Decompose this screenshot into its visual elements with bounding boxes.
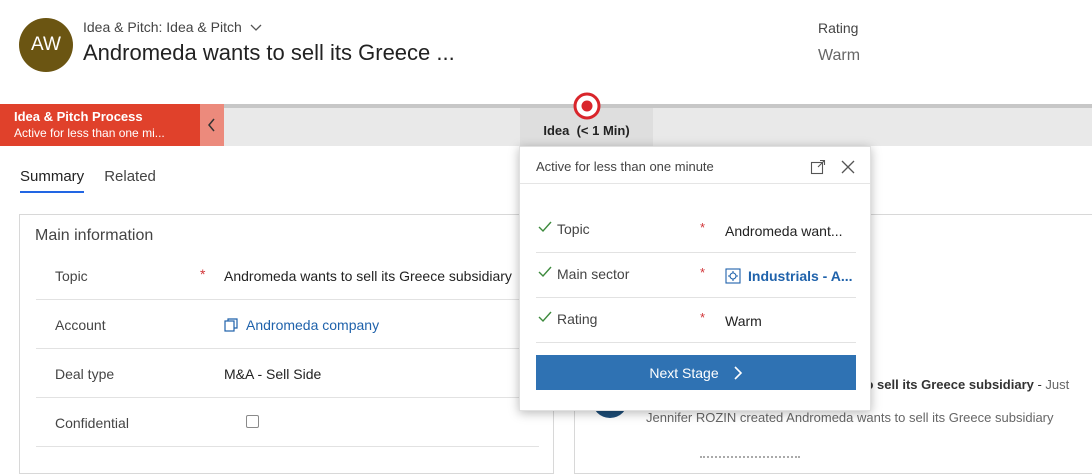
field-label: Account [55,317,106,333]
post-separator: - [1033,377,1046,392]
account-link[interactable]: Andromeda company [224,317,379,333]
main-sector-link[interactable]: Industrials - A... [725,268,853,284]
confidential-checkbox[interactable] [246,415,259,428]
timeline-post-title[interactable]: ts to sell its Greece subsidiary - Just [846,377,1069,392]
post-time: Just [1045,377,1070,392]
timeline-loading-dots [700,456,800,460]
expand-icon[interactable] [810,159,826,175]
required-marker: * [200,266,206,282]
field-label: Topic [55,268,88,284]
required-marker: * [700,265,706,280]
tab-related[interactable]: Related [104,168,156,193]
process-name: Idea & Pitch Process [14,109,143,124]
account-value: Andromeda company [246,317,380,333]
flyout-title: Active for less than one minute [536,159,714,174]
field-topic: Topic * Andromeda wants to sell its Gree… [36,252,539,300]
field-label: Confidential [55,415,129,431]
chevron-down-icon [250,24,262,31]
stage-label: Idea [543,122,570,138]
rating-value: Warm [818,47,861,64]
process-active-stage[interactable]: Idea & Pitch Process Active for less tha… [0,104,200,146]
field-confidential: Confidential [36,399,539,447]
timeline-post-text: Jennifer ROZIN created Andromeda wants t… [646,410,1054,425]
chevron-right-icon [734,365,742,380]
post-title-text: ts to sell its Greece subsidiary [846,377,1034,392]
chevron-left-icon [208,118,215,132]
flyout-field-rating: Rating * Warm [536,297,856,343]
required-marker: * [700,310,706,325]
rating-label: Rating [818,20,859,36]
target-icon [573,92,601,120]
form-tabs: Summary Related [20,168,156,193]
field-deal-type: Deal type M&A - Sell Side [36,350,539,398]
check-icon [538,311,552,323]
entity-label: Idea & Pitch: Idea & Pitch [83,19,242,35]
avatar: AW [19,18,73,72]
flyout-field-main-sector: Main sector * Industrials - A... [536,252,856,298]
field-label: Topic [557,221,590,237]
process-collapse-button[interactable] [200,104,224,146]
sector-icon [725,268,741,284]
stage-flyout: Active for less than one minute Topic * … [519,146,871,411]
required-marker: * [700,220,706,235]
deal-type-select[interactable]: M&A - Sell Side [224,366,321,382]
page-title: Andromeda wants to sell its Greece ... [83,40,455,65]
check-icon [538,266,552,278]
main-information-section: Main information Topic * Andromeda wants… [19,214,554,474]
tab-summary[interactable]: Summary [20,168,85,193]
flyout-rating-select[interactable]: Warm [725,313,762,329]
section-title: Main information [35,227,154,244]
next-stage-button[interactable]: Next Stage [536,355,856,390]
check-icon [538,221,552,233]
field-label: Main sector [557,266,630,282]
close-icon[interactable] [840,159,856,175]
divider [520,183,870,184]
entity-selector[interactable]: Idea & Pitch: Idea & Pitch [83,19,264,35]
flyout-topic-input[interactable]: Andromeda want... [725,223,843,239]
main-sector-value: Industrials - A... [748,268,853,284]
field-label: Rating [557,311,598,327]
field-account: Account Andromeda company [36,301,539,349]
stage-duration: (< 1 Min) [576,122,630,138]
account-icon [224,318,238,332]
next-stage-label: Next Stage [649,364,719,381]
field-label: Deal type [55,366,115,382]
process-status: Active for less than one mi... [14,126,165,140]
flyout-field-topic: Topic * Andromeda want... [536,207,856,253]
topic-input[interactable]: Andromeda wants to sell its Greece subsi… [224,268,512,284]
record-header: AW Idea & Pitch: Idea & Pitch Andromeda … [0,0,1092,104]
